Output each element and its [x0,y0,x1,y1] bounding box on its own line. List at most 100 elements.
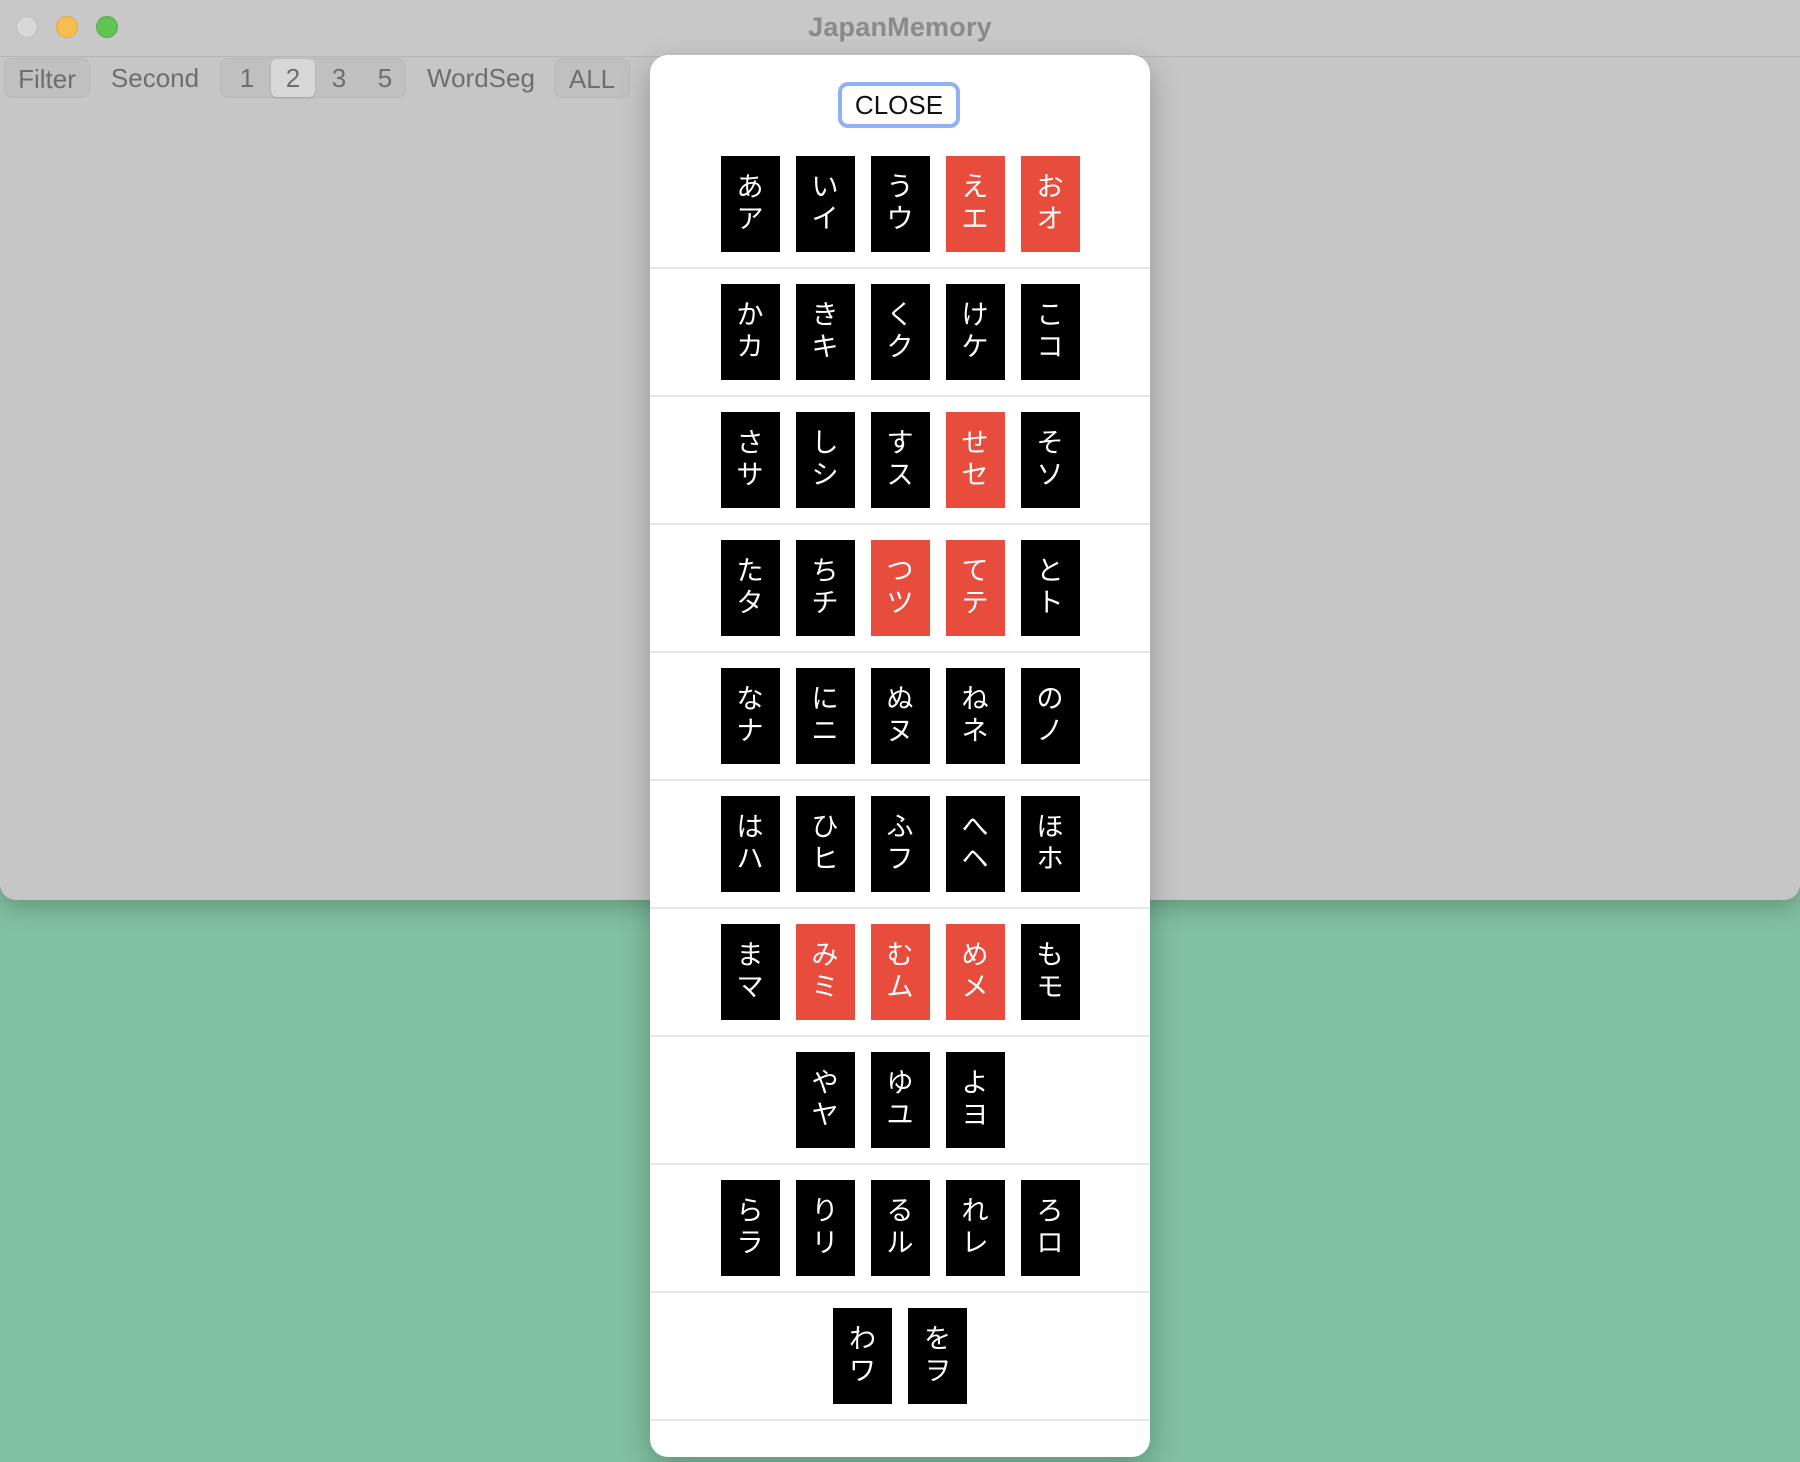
close-button[interactable]: CLOSE [838,82,960,128]
kana-row-a: あアいイうウえエおオ [650,141,1150,269]
kana-card[interactable]: ふフ [870,796,930,892]
kana-card[interactable]: けケ [945,284,1005,380]
kana-card[interactable]: しシ [795,412,855,508]
katakana-char: ユ [886,1100,914,1131]
kana-card[interactable]: むム [870,924,930,1020]
kana-card[interactable]: そソ [1020,412,1080,508]
katakana-char: オ [1036,204,1064,235]
katakana-char: ニ [811,716,839,747]
katakana-char: ハ [736,844,764,875]
hiragana-char: け [961,300,989,331]
katakana-char: マ [736,972,764,1003]
hiragana-char: え [961,172,989,203]
kana-card[interactable]: やヤ [795,1052,855,1148]
hiragana-char: ぬ [886,684,914,715]
kana-card[interactable]: ねネ [945,668,1005,764]
katakana-char: ム [886,972,914,1003]
hiragana-char: き [811,300,839,331]
katakana-char: ア [736,204,764,235]
kana-card[interactable]: いイ [795,156,855,252]
kana-card[interactable]: らラ [720,1180,780,1276]
kana-rows: あアいイうウえエおオかカきキくクけケこコさサしシすスせセそソたタちチつツてテとト… [650,141,1150,1421]
kana-card[interactable]: のノ [1020,668,1080,764]
hiragana-char: ゆ [886,1068,914,1099]
segment-2[interactable]: 2 [271,59,315,97]
kana-card[interactable]: あア [720,156,780,252]
hiragana-char: り [811,1196,839,1227]
hiragana-char: て [961,556,989,587]
katakana-char: ウ [886,204,914,235]
katakana-char: レ [961,1228,989,1259]
kana-card[interactable]: うウ [870,156,930,252]
kana-card[interactable]: みミ [795,924,855,1020]
katakana-char: ケ [961,332,989,363]
filter-button[interactable]: Filter [4,58,90,98]
kana-row-wa: わワをヲ [650,1293,1150,1421]
hiragana-char: ふ [886,812,914,843]
kana-card[interactable]: れレ [945,1180,1005,1276]
hiragana-char: し [811,428,839,459]
kana-card[interactable]: くク [870,284,930,380]
katakana-char: チ [811,588,839,619]
hiragana-char: ま [736,940,764,971]
kana-card[interactable]: めメ [945,924,1005,1020]
katakana-char: テ [961,588,989,619]
kana-card[interactable]: るル [870,1180,930,1276]
katakana-char: タ [736,588,764,619]
kana-card[interactable]: はハ [720,796,780,892]
segment-3[interactable]: 3 [317,59,361,97]
kana-card[interactable]: つツ [870,540,930,636]
katakana-char: ナ [736,716,764,747]
hiragana-char: へ [961,812,989,843]
kana-card[interactable]: おオ [1020,156,1080,252]
title-bar: JapanMemory [0,0,1800,57]
kana-card[interactable]: ぬヌ [870,668,930,764]
kana-card[interactable]: てテ [945,540,1005,636]
kana-card[interactable]: こコ [1020,284,1080,380]
kana-card[interactable]: ほホ [1020,796,1080,892]
kana-card[interactable]: よヨ [945,1052,1005,1148]
kana-row-ra: らラりリるルれレろロ [650,1165,1150,1293]
kana-card[interactable]: せセ [945,412,1005,508]
hiragana-char: と [1036,556,1064,587]
kana-card[interactable]: たタ [720,540,780,636]
kana-card[interactable]: さサ [720,412,780,508]
kana-card[interactable]: もモ [1020,924,1080,1020]
kana-row-na: なナにニぬヌねネのノ [650,653,1150,781]
second-label: Second [110,63,200,93]
kana-card[interactable]: きキ [795,284,855,380]
kana-card[interactable]: なナ [720,668,780,764]
hiragana-char: も [1036,940,1064,971]
hiragana-char: そ [1036,428,1064,459]
wordseg-label[interactable]: WordSeg [418,58,544,98]
kana-card[interactable]: とト [1020,540,1080,636]
kana-card[interactable]: ちチ [795,540,855,636]
hiragana-char: に [811,684,839,715]
kana-card[interactable]: すス [870,412,930,508]
kana-card[interactable]: まマ [720,924,780,1020]
katakana-char: ソ [1036,460,1064,491]
katakana-char: ワ [849,1356,876,1387]
segment-1[interactable]: 1 [225,59,269,97]
katakana-char: フ [886,844,914,875]
kana-card[interactable]: かカ [720,284,780,380]
kana-popover: CLOSE あアいイうウえエおオかカきキくクけケこコさサしシすスせセそソたタちチ… [650,55,1150,1457]
kana-card[interactable]: ゆユ [870,1052,930,1148]
kana-row-ta: たタちチつツてテとト [650,525,1150,653]
hiragana-char: こ [1036,300,1064,331]
segment-5[interactable]: 5 [363,59,407,97]
kana-card[interactable]: わワ [833,1308,892,1404]
hiragana-char: う [886,172,914,203]
hiragana-char: や [811,1068,839,1099]
hiragana-char: は [736,812,764,843]
kana-card[interactable]: ひヒ [795,796,855,892]
all-button[interactable]: ALL [554,58,630,98]
katakana-char: シ [811,460,839,491]
kana-card[interactable]: りリ [795,1180,855,1276]
kana-card[interactable]: へヘ [945,796,1005,892]
hiragana-char: ち [811,556,839,587]
kana-card[interactable]: をヲ [908,1308,967,1404]
kana-card[interactable]: ろロ [1020,1180,1080,1276]
kana-card[interactable]: えエ [945,156,1005,252]
kana-card[interactable]: にニ [795,668,855,764]
